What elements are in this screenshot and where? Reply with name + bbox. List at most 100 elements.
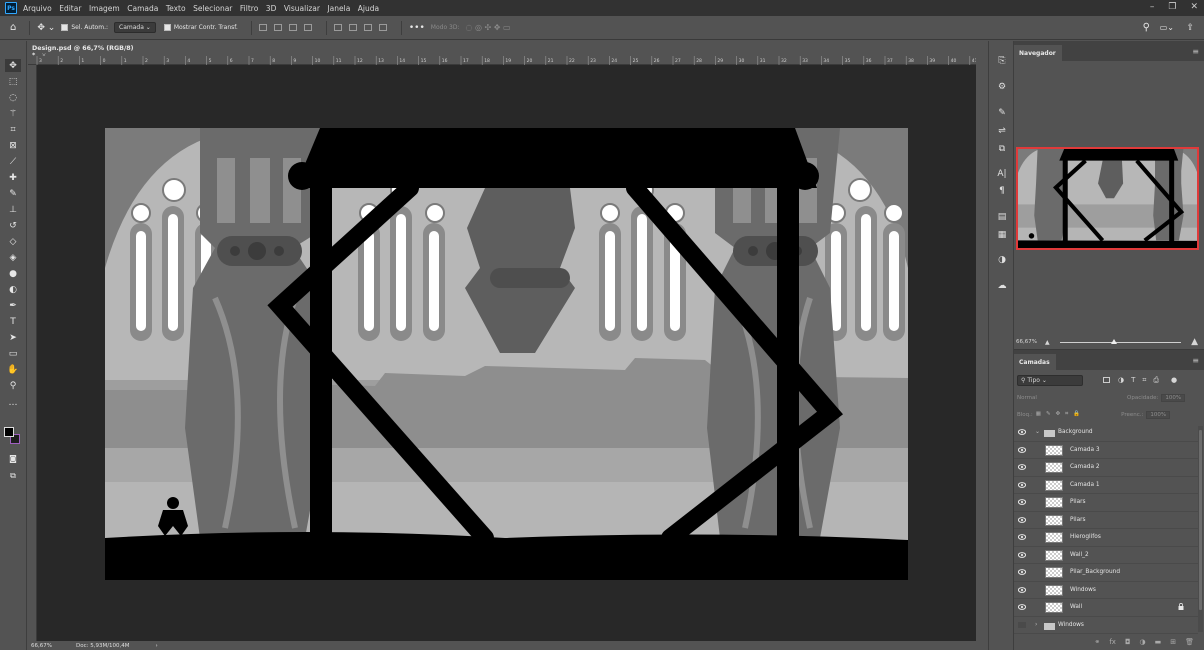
frame-tool-icon[interactable]: ⊠ <box>5 139 21 152</box>
blend-mode-dropdown[interactable]: Normal <box>1017 395 1127 401</box>
minimize-icon[interactable]: – <box>1150 2 1155 12</box>
filter-type-icon[interactable]: T <box>1131 376 1135 384</box>
align-bottom-icon[interactable] <box>363 24 372 31</box>
align-right-icon[interactable] <box>288 24 297 31</box>
crop-tool-icon[interactable]: ⌗ <box>5 123 21 136</box>
mask-icon[interactable]: ◘ <box>1125 638 1131 650</box>
close-icon[interactable]: ✕ <box>1190 2 1198 12</box>
home-icon[interactable]: ⌂ <box>10 22 16 33</box>
opacity-field[interactable]: 100% <box>1161 393 1186 402</box>
adjustment-icon[interactable]: ◑ <box>1140 638 1146 650</box>
layer-row[interactable]: Camada 1 <box>1014 477 1198 494</box>
panel-menu-icon[interactable]: ≡ <box>1192 47 1199 56</box>
menu-editar[interactable]: Editar <box>59 4 81 13</box>
more-options-icon[interactable]: ••• <box>409 23 425 33</box>
visibility-eye-icon[interactable] <box>1018 551 1026 558</box>
auto-select-target-dropdown[interactable]: Camada ⌄ <box>114 22 156 33</box>
align-middle-icon[interactable] <box>348 24 357 31</box>
group-expand-chevron-icon[interactable]: › <box>1035 621 1037 628</box>
layers-scroll-thumb[interactable] <box>1199 430 1202 610</box>
navigator-zoom-knob[interactable] <box>1111 338 1118 344</box>
visibility-eye-icon[interactable] <box>1018 621 1026 628</box>
horizontal-ruler[interactable]: 3 2 1 0 1 2 3 4 5 6 7 8 9 10 11 12 13 14 15 16 17 18 19 20 21 22 2… <box>28 56 976 65</box>
zoom-tool-icon[interactable]: ⚲ <box>5 379 21 392</box>
workspace-icon[interactable]: ▭⌄ <box>1160 23 1174 32</box>
panel-menu-icon[interactable]: ≡ <box>1192 356 1199 365</box>
eyedropper-tool-icon[interactable]: ⟋ <box>5 155 21 168</box>
layer-row[interactable]: Wall_2 <box>1014 547 1198 564</box>
search-icon[interactable]: ⚲ <box>1143 22 1150 33</box>
trash-icon[interactable]: 🗑 <box>1185 638 1194 650</box>
visibility-eye-icon[interactable] <box>1018 586 1026 593</box>
filter-pixel-icon[interactable] <box>1103 377 1110 383</box>
photoshop-logo-icon[interactable]: Ps <box>5 2 17 14</box>
navigator-zoom-slider[interactable] <box>1059 338 1182 344</box>
zoom-in-icon[interactable]: ▲ <box>1191 337 1198 347</box>
auto-select-checkbox[interactable] <box>61 24 69 31</box>
stamp-tool-icon[interactable]: ⊥ <box>5 203 21 216</box>
auto-select-option[interactable]: Sel. Autom.: <box>61 24 108 31</box>
blur-tool-icon[interactable]: ● <box>5 267 21 280</box>
filter-adjustment-icon[interactable]: ◑ <box>1118 376 1124 384</box>
visibility-eye-icon[interactable] <box>1018 481 1026 488</box>
link-icon[interactable]: ⚭ <box>1094 638 1100 650</box>
layer-row[interactable]: Wall <box>1014 599 1198 617</box>
layer-row[interactable]: Pilar_Background <box>1014 564 1198 582</box>
hand-tool-icon[interactable]: ✋ <box>5 363 21 376</box>
history-brush-tool-icon[interactable]: ↺ <box>5 219 21 232</box>
move-tool-preset-icon[interactable]: ✥ ⌄ <box>37 23 55 33</box>
new-layer-icon[interactable]: ⊞ <box>1170 638 1176 650</box>
3d-panel-icon[interactable]: ☁ <box>996 280 1008 291</box>
folder-icon[interactable]: ▬ <box>1155 638 1162 650</box>
eraser-tool-icon[interactable]: ◇ <box>5 235 21 248</box>
visibility-eye-icon[interactable] <box>1018 446 1026 453</box>
libraries-panel-icon[interactable]: ▤ <box>996 211 1008 222</box>
layers-scrollbar[interactable] <box>1198 426 1203 632</box>
visibility-eye-icon[interactable] <box>1018 569 1026 575</box>
lasso-tool-icon[interactable]: ◌ <box>5 91 21 104</box>
show-transform-option[interactable]: Mostrar Contr. Transf. <box>163 24 238 31</box>
adjust-panel-icon[interactable]: ⇌ <box>996 125 1008 136</box>
menu-janela[interactable]: Janela <box>327 4 350 13</box>
menu-texto[interactable]: Texto <box>166 4 186 13</box>
visibility-eye-icon[interactable] <box>1018 499 1026 505</box>
marquee-tool-icon[interactable]: ⬚ <box>5 75 21 88</box>
screen-mode-icon[interactable]: ⧉ <box>5 469 21 482</box>
menu-camada[interactable]: Camada <box>127 4 158 13</box>
layer-row[interactable]: Windows <box>1014 582 1198 599</box>
layer-row[interactable]: Pilars <box>1014 494 1198 512</box>
distribute-vertical-icon[interactable] <box>378 24 387 31</box>
layer-row[interactable]: Camada 3 <box>1014 442 1198 459</box>
fx-icon[interactable]: fx <box>1109 638 1116 650</box>
menu-selecionar[interactable]: Selecionar <box>193 4 232 13</box>
type-tool-icon[interactable]: T <box>5 315 21 328</box>
history-panel-icon[interactable]: ⎘ <box>996 55 1008 66</box>
layer-row[interactable]: Pilars <box>1014 512 1198 529</box>
layers-tab[interactable]: Camadas <box>1014 354 1056 370</box>
properties-panel-icon[interactable]: ⚙ <box>996 81 1008 92</box>
visibility-eye-icon[interactable] <box>1018 604 1026 610</box>
menu-imagem[interactable]: Imagem <box>89 4 120 13</box>
visibility-eye-icon[interactable] <box>1018 464 1026 470</box>
layer-row[interactable]: Hieroglifos <box>1014 529 1198 547</box>
move-tool-icon[interactable]: ✥ <box>5 59 21 72</box>
quick-mask-icon[interactable]: ◙ <box>5 452 21 465</box>
distribute-icon[interactable] <box>303 24 312 31</box>
menu-filtro[interactable]: Filtro <box>240 4 258 13</box>
menu-ajuda[interactable]: Ajuda <box>358 4 379 13</box>
visibility-eye-icon[interactable] <box>1018 516 1026 523</box>
filter-kind-dropdown[interactable]: ⚲ Tipo ⌄ <box>1017 374 1083 386</box>
align-top-icon[interactable] <box>333 24 342 31</box>
brush-settings-icon[interactable]: ✎ <box>996 107 1008 118</box>
filter-shape-icon[interactable]: ⌗ <box>1142 376 1146 385</box>
navigator-view-box[interactable] <box>1016 147 1199 250</box>
restore-icon[interactable]: ❐ <box>1168 2 1176 12</box>
channels-panel-icon[interactable]: ▦ <box>996 229 1008 240</box>
share-icon[interactable]: ⇪ <box>1186 23 1194 33</box>
show-transform-checkbox[interactable] <box>163 24 171 31</box>
filter-toggle-icon[interactable]: ● <box>1171 376 1177 384</box>
path-selection-tool-icon[interactable]: ➤ <box>5 331 21 344</box>
paint-bucket-tool-icon[interactable]: ◈ <box>5 251 21 264</box>
more-tools-icon[interactable]: … <box>5 396 21 409</box>
status-menu-arrow[interactable]: › <box>156 643 158 649</box>
